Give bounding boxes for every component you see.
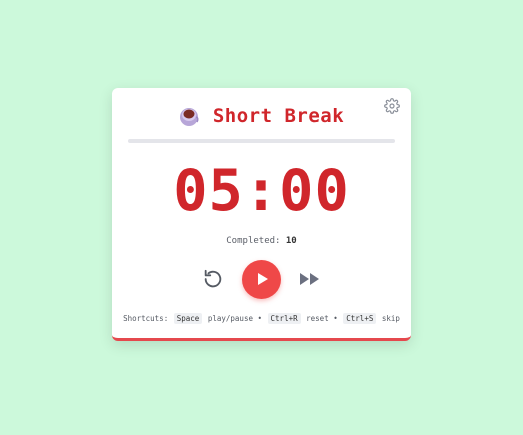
coffee-cup-icon: [179, 105, 199, 127]
completed-label: Completed:: [226, 236, 281, 246]
skip-button[interactable]: [298, 267, 322, 291]
reset-icon: [204, 269, 222, 288]
mode-title: Short Break: [212, 105, 345, 127]
shortcuts-label: Shortcuts:: [123, 314, 169, 323]
shortcut-key: Ctrl+R: [267, 313, 301, 324]
time-display: 05:00: [173, 158, 350, 224]
shortcut-action: reset: [306, 314, 329, 323]
play-icon: [257, 273, 268, 285]
shortcut-separator: •: [257, 314, 263, 323]
shortcut-key: Ctrl+S: [343, 313, 377, 324]
completed-count: 10: [285, 236, 297, 246]
shortcut-action: play/pause: [207, 314, 253, 323]
completed-counter: Completed: 10: [112, 236, 411, 246]
shortcut-action: skip: [381, 314, 400, 323]
reset-button[interactable]: [201, 267, 225, 291]
timer-header: Short Break: [112, 103, 411, 129]
shortcut-key: Space: [173, 313, 203, 324]
timer-controls: [112, 259, 411, 299]
timer-card: Short Break 05:00 Completed: 10 Shortcut…: [112, 88, 411, 341]
shortcut-separator: •: [333, 314, 338, 323]
progress-bar: [128, 139, 395, 143]
shortcuts-hint: Shortcuts: Space play/pause • Ctrl+R res…: [112, 313, 411, 324]
gear-icon[interactable]: [384, 98, 400, 114]
play-button[interactable]: [242, 259, 281, 299]
skip-icon: [300, 273, 319, 285]
